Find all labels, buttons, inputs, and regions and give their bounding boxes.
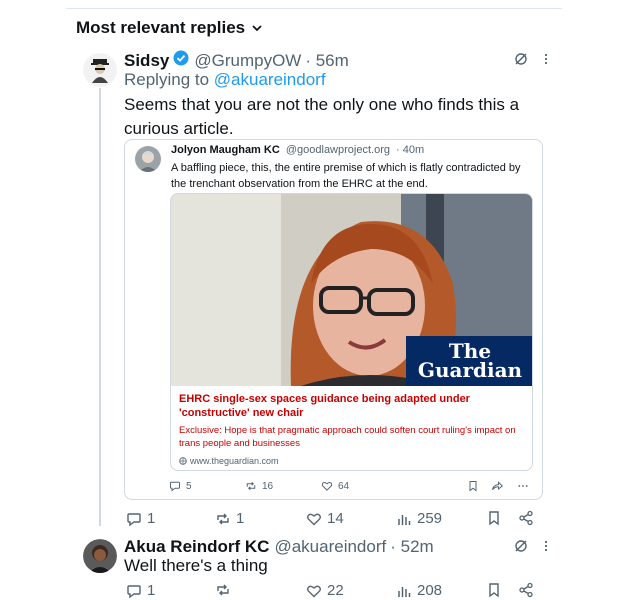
avatar-akua-icon: [83, 539, 117, 573]
reply-icon: [127, 512, 141, 526]
globe-icon: [179, 457, 187, 465]
repost-count: 1: [236, 510, 245, 527]
grok-icon[interactable]: [514, 539, 528, 553]
verified-badge-icon: [173, 50, 189, 66]
article-title[interactable]: EHRC single-sex spaces guidance being ad…: [179, 392, 525, 420]
views-chart-icon: [398, 586, 411, 597]
heart-icon: [307, 585, 321, 597]
quoted-text: A baffling piece, this, the entire premi…: [171, 162, 521, 190]
article-image[interactable]: The Guardian: [171, 194, 532, 386]
quoted-reply-count: 5: [186, 480, 192, 492]
reply-icon: [170, 481, 180, 492]
quoted-author-handle[interactable]: @goodlawproject.org: [286, 144, 390, 156]
views-button[interactable]: 259: [396, 510, 442, 527]
repost-button[interactable]: [215, 582, 236, 598]
quoted-bookmark-button[interactable]: [467, 480, 479, 492]
link-card[interactable]: The Guardian EHRC single-sex spaces guid…: [170, 193, 533, 471]
replying-to-handle-link[interactable]: @akuareindorf: [214, 70, 326, 89]
views-chart-icon: [398, 514, 411, 525]
quoted-tweet[interactable]: Jolyon Maugham KC @goodlawproject.org · …: [124, 139, 543, 500]
quoted-reply-button[interactable]: 5: [169, 480, 192, 492]
bookmark-icon: [489, 511, 499, 526]
avatar[interactable]: [83, 53, 117, 87]
replies-sort-dropdown[interactable]: Most relevant replies: [76, 18, 263, 38]
like-count: 14: [327, 510, 344, 527]
share-arrow-icon: [492, 481, 503, 491]
article-url-text: www.theguardian.com: [190, 456, 279, 466]
tweet-text: Seems that you are not the only one who …: [124, 95, 520, 138]
more-options-icon[interactable]: [539, 539, 553, 553]
share-icon: [519, 582, 533, 598]
reply-icon: [127, 584, 141, 598]
like-count: 22: [327, 582, 344, 599]
quoted-like-button[interactable]: 64: [321, 480, 349, 492]
avatar[interactable]: [83, 539, 117, 573]
article-url[interactable]: www.theguardian.com: [179, 456, 279, 466]
tweet-time[interactable]: · 56m: [305, 51, 348, 71]
tweet-text: Well there's a thing: [124, 556, 268, 575]
avatar-jolyon-icon: [135, 146, 161, 172]
guardian-logo: The Guardian: [406, 336, 532, 386]
chevron-down-icon: [252, 25, 262, 32]
article-subtitle: Exclusive: Hope is that pragmatic approa…: [179, 425, 516, 449]
repost-button[interactable]: 1: [215, 510, 244, 527]
thread-connector-line: [99, 88, 101, 526]
quoted-header: Jolyon Maugham KC @goodlawproject.org · …: [171, 144, 424, 156]
reply-count: 1: [147, 582, 156, 599]
views-count: 259: [417, 510, 443, 527]
quoted-repost-count: 16: [262, 480, 274, 492]
heart-icon: [321, 482, 333, 491]
bookmark-button[interactable]: [486, 582, 502, 598]
author-name[interactable]: Sidsy: [124, 51, 169, 71]
share-button[interactable]: [518, 510, 534, 526]
replying-to-label: Replying to: [124, 70, 214, 89]
bookmark-icon: [469, 481, 477, 492]
reply-count: 1: [147, 510, 156, 527]
more-horizontal-icon: [518, 485, 528, 487]
quoted-like-count: 64: [338, 480, 350, 492]
repost-icon: [217, 584, 229, 596]
quoted-repost-button[interactable]: 16: [245, 480, 273, 492]
like-button[interactable]: 22: [306, 582, 344, 599]
repost-icon: [217, 513, 229, 524]
share-button[interactable]: [518, 582, 534, 598]
guardian-logo-line2: Guardian: [417, 358, 523, 382]
grok-icon[interactable]: [514, 52, 528, 66]
quoted-time[interactable]: · 40m: [396, 144, 424, 156]
heart-icon: [307, 513, 321, 525]
reply-button[interactable]: 1: [126, 582, 155, 599]
author-handle[interactable]: @GrumpyOW: [194, 51, 301, 71]
views-count: 208: [417, 582, 443, 599]
like-button[interactable]: 14: [306, 510, 344, 527]
bookmark-button[interactable]: [486, 510, 502, 526]
tweet-header: Sidsy @GrumpyOW · 56m: [124, 50, 349, 71]
quoted-more-button[interactable]: [517, 480, 529, 492]
top-divider: [66, 8, 562, 9]
bookmark-icon: [489, 583, 499, 598]
views-button[interactable]: 208: [396, 582, 442, 599]
more-options-icon[interactable]: [539, 52, 553, 66]
share-icon: [519, 510, 533, 526]
reply-button[interactable]: 1: [126, 510, 155, 527]
repost-icon: [246, 481, 256, 491]
quoted-avatar[interactable]: [135, 146, 161, 172]
section-title: Most relevant replies: [76, 18, 246, 37]
avatar-sidsy-icon: [83, 53, 117, 87]
quoted-author-name[interactable]: Jolyon Maugham KC: [171, 144, 280, 156]
quoted-share-button[interactable]: [491, 480, 503, 492]
replying-to: Replying to @akuareindorf: [124, 70, 326, 90]
